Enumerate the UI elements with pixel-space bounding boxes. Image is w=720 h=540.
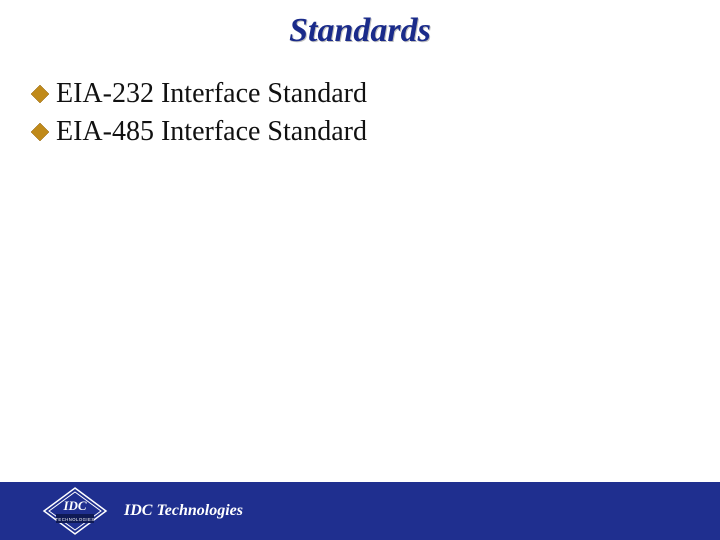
logo-text-bottom: TECHNOLOGIES bbox=[55, 517, 94, 522]
company-logo-icon: IDC TECHNOLOGIES bbox=[42, 486, 108, 536]
logo-text-top: IDC bbox=[62, 498, 86, 513]
footer-company-name: IDC Technologies bbox=[124, 502, 243, 520]
slide: Standards EIA-232 Interface Standard EIA… bbox=[0, 0, 720, 540]
diamond-bullet-icon bbox=[30, 84, 50, 104]
slide-content: EIA-232 Interface Standard EIA-485 Inter… bbox=[0, 50, 720, 148]
slide-title: Standards bbox=[0, 0, 720, 50]
footer-bar: IDC TECHNOLOGIES IDC Technologies bbox=[0, 482, 720, 540]
diamond-bullet-icon bbox=[30, 122, 50, 142]
bullet-text: EIA-485 Interface Standard bbox=[56, 116, 367, 148]
list-item: EIA-485 Interface Standard bbox=[30, 116, 690, 148]
list-item: EIA-232 Interface Standard bbox=[30, 78, 690, 110]
bullet-text: EIA-232 Interface Standard bbox=[56, 78, 367, 110]
